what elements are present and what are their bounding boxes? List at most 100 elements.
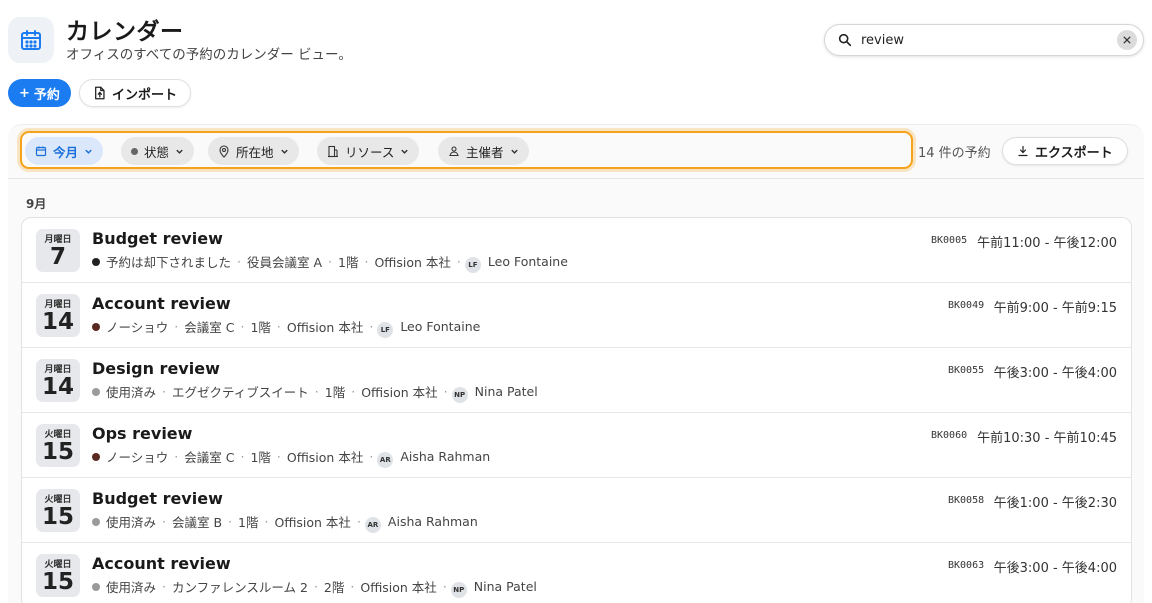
- filter-chip-organizer[interactable]: 主催者: [438, 137, 529, 165]
- separator: ·: [350, 579, 355, 594]
- date-badge: 月曜日 14: [36, 294, 80, 337]
- status-text: 予約は却下されました: [106, 255, 232, 270]
- app-icon: [8, 17, 54, 63]
- booking-meta: ノーショウ · 会議室 C · 1階 · Offision 本社 · LF Le…: [92, 317, 481, 338]
- chevron-down-icon: [176, 149, 183, 154]
- floor: 1階: [250, 320, 271, 335]
- booking-code: BK0005: [931, 235, 968, 246]
- date-badge: 月曜日 7: [36, 229, 80, 272]
- office-name: Offision 本社: [374, 255, 451, 270]
- room-name: エグゼクティブスイート: [172, 385, 309, 400]
- separator: ·: [313, 579, 318, 594]
- filter-chip-resource[interactable]: リソース: [317, 137, 420, 165]
- booking-row[interactable]: 火曜日 15 Account review 使用済み · カンファレンスルーム …: [22, 543, 1131, 603]
- chevron-down-icon: [401, 149, 409, 154]
- clear-search-button[interactable]: [1117, 30, 1137, 50]
- status-text: 使用済み: [106, 385, 157, 400]
- day-number: 7: [49, 244, 66, 270]
- booking-time: 午前11:00 - 午後12:00: [977, 236, 1117, 251]
- calendar-icon: [21, 30, 41, 50]
- search-icon: [838, 33, 852, 47]
- avatar: NP: [450, 581, 467, 598]
- separator: ·: [237, 254, 241, 269]
- floor: 1階: [238, 515, 259, 530]
- divider: [8, 178, 1144, 179]
- filter-chip-location[interactable]: 所在地: [208, 137, 299, 165]
- separator: ·: [369, 319, 374, 334]
- separator: ·: [174, 449, 179, 464]
- separator: ·: [314, 384, 319, 399]
- organizer-name: Leo Fontaine: [487, 254, 568, 269]
- separator: ·: [456, 254, 461, 269]
- add-reservation-button[interactable]: + 予約: [8, 79, 71, 107]
- filter-chip-status[interactable]: 状態: [121, 137, 195, 165]
- booking-row[interactable]: 火曜日 15 Budget review 使用済み · 会議室 B · 1階 ·…: [22, 478, 1131, 543]
- booking-row[interactable]: 火曜日 15 Ops review ノーショウ · 会議室 C · 1階 · O…: [22, 413, 1131, 478]
- separator: ·: [174, 319, 179, 334]
- avatar: LF: [464, 256, 481, 273]
- booking-code: BK0055: [948, 365, 985, 376]
- booking-code: BK0063: [948, 560, 985, 571]
- location-pin-icon: [219, 144, 229, 158]
- booking-row[interactable]: 月曜日 7 Budget review 予約は却下されました · 役員会議室 A…: [22, 218, 1131, 283]
- booking-row[interactable]: 月曜日 14 Design review 使用済み · エグゼクティブスイート …: [22, 348, 1131, 413]
- export-button[interactable]: エクスポート: [1002, 137, 1128, 165]
- status-text: 使用済み: [106, 580, 157, 595]
- booking-meta: 使用済み · エグゼクティブスイート · 1階 · Offision 本社 · …: [92, 382, 538, 403]
- filter-chip-period[interactable]: 今月: [25, 137, 104, 165]
- avatar: AR: [364, 516, 381, 533]
- booking-meta: 使用済み · カンファレンスルーム 2 · 2階 · Offision 本社 ·…: [92, 577, 537, 598]
- separator: ·: [276, 319, 281, 334]
- organizer-name: Nina Patel: [473, 579, 537, 594]
- booking-time: 午後3:00 - 午後4:00: [993, 561, 1117, 576]
- separator: ·: [364, 254, 369, 269]
- import-button[interactable]: インポート: [79, 79, 192, 107]
- booking-time: 午後3:00 - 午後4:00: [993, 366, 1117, 381]
- office-name: Offision 本社: [286, 320, 364, 335]
- booking-row[interactable]: 月曜日 14 Account review ノーショウ · 会議室 C · 1階…: [22, 283, 1131, 348]
- booking-code: BK0049: [948, 300, 985, 311]
- separator: ·: [442, 579, 447, 594]
- separator: ·: [351, 384, 356, 399]
- chevron-down-icon: [280, 149, 288, 154]
- search-input[interactable]: [861, 29, 1101, 51]
- add-reservation-label: 予約: [33, 87, 60, 103]
- filter-label: リソース: [345, 144, 395, 160]
- filter-label: 今月: [53, 144, 79, 160]
- floor: 1階: [250, 450, 271, 465]
- status-dot-icon: [92, 322, 100, 331]
- booking-title: Budget review: [92, 489, 223, 508]
- filter-label: 所在地: [236, 144, 274, 160]
- room-name: 役員会議室 A: [247, 255, 323, 270]
- separator: ·: [369, 449, 374, 464]
- room-name: 会議室 B: [172, 515, 223, 530]
- separator: ·: [443, 384, 448, 399]
- status-dot-icon: [92, 387, 100, 396]
- office-name: Offision 本社: [361, 385, 438, 400]
- office-name: Offision 本社: [274, 515, 351, 530]
- booking-list: 月曜日 7 Budget review 予約は却下されました · 役員会議室 A…: [21, 217, 1132, 603]
- booking-meta: 予約は却下されました · 役員会議室 A · 1階 · Offision 本社 …: [92, 252, 568, 273]
- close-icon: [1123, 36, 1131, 44]
- search-box[interactable]: [824, 24, 1144, 56]
- floor: 1階: [324, 385, 346, 400]
- export-label: エクスポート: [1035, 145, 1113, 161]
- booking-title: Budget review: [92, 229, 223, 248]
- separator: ·: [162, 579, 166, 594]
- organizer-name: Leo Fontaine: [400, 319, 481, 334]
- floor: 1階: [338, 255, 359, 270]
- download-icon: [1018, 145, 1028, 157]
- page-title: カレンダー: [66, 19, 184, 45]
- booking-meta: ノーショウ · 会議室 C · 1階 · Offision 本社 · AR Ai…: [92, 447, 491, 468]
- import-label: インポート: [112, 87, 178, 103]
- separator: ·: [264, 514, 269, 529]
- day-number: 15: [41, 439, 74, 465]
- month-header: 9月: [26, 197, 47, 211]
- status-dot-icon: [92, 257, 100, 266]
- room-name: 会議室 C: [184, 320, 235, 335]
- status-dot-icon: [92, 452, 100, 461]
- booking-code: BK0058: [948, 495, 985, 506]
- filter-bar: 今月 状態 所在地 リソース 主催者: [20, 131, 913, 169]
- organizer-name: Aisha Rahman: [400, 449, 491, 464]
- booking-title: Account review: [92, 294, 231, 313]
